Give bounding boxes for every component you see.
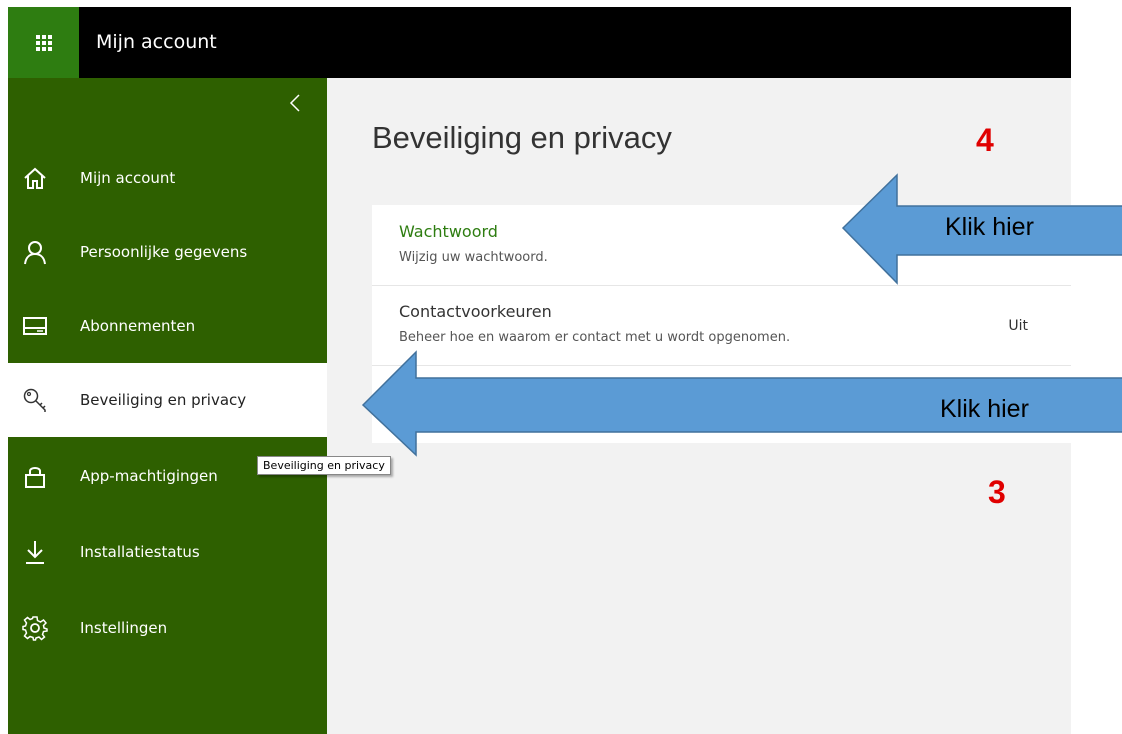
annotation-step-4: 4 [976,122,994,158]
annotation-label-top: Klik hier [945,213,1034,241]
annotation-label-bottom: Klik hier [940,395,1029,423]
annotation-step-3: 3 [988,474,1006,510]
annotation-layer [361,173,1122,457]
